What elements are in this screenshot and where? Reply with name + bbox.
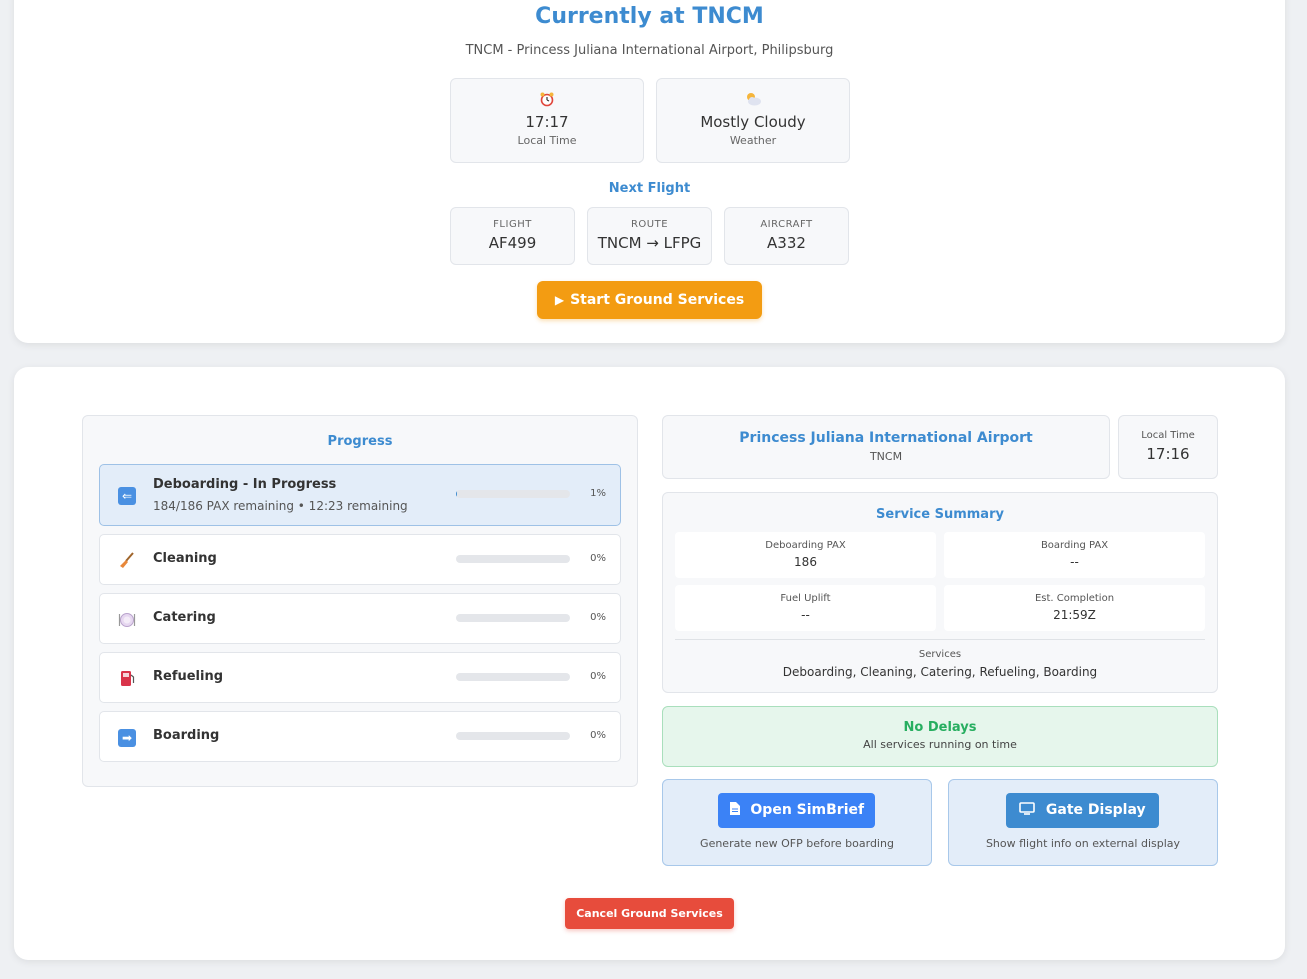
services-label: Services [918, 649, 962, 660]
monitor-icon [1019, 802, 1040, 818]
gate-display-description: Show flight info on external display [985, 837, 1181, 850]
simbrief-description: Generate new OFP before boarding [700, 837, 894, 850]
weather-label: Weather [729, 134, 777, 147]
flight-label: FLIGHT [493, 219, 532, 230]
aircraft-box: AIRCRAFT A332 [724, 207, 849, 265]
deboarding-pax-label: Deboarding PAX [765, 540, 846, 551]
local-time-label: Local Time [1141, 430, 1195, 441]
start-ground-services-label: Start Ground Services [570, 292, 745, 308]
service-row-boarding[interactable]: ➡ Boarding 0% [99, 711, 621, 762]
flight-value: AF499 [488, 234, 537, 252]
cloud-sun-icon [657, 91, 849, 109]
boarding-pax-value: -- [1070, 555, 1079, 569]
services-value: Deboarding, Cleaning, Catering, Refuelin… [782, 665, 1098, 679]
est-completion-value: 21:59Z [1053, 608, 1096, 622]
start-ground-services-button[interactable]: ▶ Start Ground Services [537, 281, 762, 319]
est-completion-label: Est. Completion [1034, 593, 1115, 604]
page-title: Currently at TNCM [535, 4, 764, 29]
service-name: Catering [153, 610, 216, 625]
fuel-uplift-label: Fuel Uplift [780, 593, 831, 604]
progress-bar [456, 490, 570, 498]
airport-code: TNCM [869, 450, 903, 463]
progress-percent: 0% [590, 553, 606, 564]
boarding-pax-label: Boarding PAX [1040, 540, 1109, 551]
open-simbrief-button[interactable]: Open SimBrief [718, 793, 875, 828]
boarding-pax-cell: Boarding PAX -- [944, 532, 1205, 578]
aircraft-value: A332 [767, 234, 806, 252]
fuel-uplift-value: -- [801, 608, 810, 622]
airport-subtitle: TNCM - Princess Juliana International Ai… [465, 43, 834, 58]
broom-icon [118, 551, 136, 569]
fuel-uplift-cell: Fuel Uplift -- [675, 585, 936, 631]
route-value: TNCM → LFPG [597, 234, 702, 252]
alarm-clock-icon [451, 91, 643, 109]
document-icon [729, 802, 745, 818]
local-time-value: 17:16 [1146, 445, 1190, 463]
service-summary-panel: Service Summary Deboarding PAX 186 Board… [662, 492, 1218, 693]
service-name: Cleaning [153, 551, 217, 566]
delay-status-subtitle: All services running on time [863, 738, 1017, 751]
est-completion-cell: Est. Completion 21:59Z [944, 585, 1205, 631]
weather-value: Mostly Cloudy [700, 113, 806, 131]
progress-percent: 0% [590, 671, 606, 682]
flight-number-box: FLIGHT AF499 [450, 207, 575, 265]
local-time-panel: Local Time 17:16 [1118, 415, 1218, 479]
service-row-catering[interactable]: Catering 0% [99, 593, 621, 644]
progress-percent: 0% [590, 612, 606, 623]
local-time-box: 17:17 Local Time [450, 78, 644, 163]
arrow-right-icon: ➡ [118, 728, 136, 747]
progress-title: Progress [327, 434, 393, 449]
plate-icon [118, 610, 136, 628]
current-location-card: Currently at TNCM TNCM - Princess Julian… [14, 0, 1285, 343]
simbrief-panel: Open SimBrief Generate new OFP before bo… [662, 779, 932, 866]
delay-status-title: No Delays [903, 720, 977, 735]
service-detail: 184/186 PAX remaining • 12:23 remaining [153, 499, 408, 513]
service-name: Refueling [153, 669, 224, 684]
progress-bar [456, 614, 570, 622]
gate-display-panel: Gate Display Show flight info on externa… [948, 779, 1218, 866]
progress-percent: 0% [590, 730, 606, 741]
delay-status-panel: No Delays All services running on time [662, 706, 1218, 767]
gate-display-button[interactable]: Gate Display [1006, 793, 1159, 828]
service-row-deboarding[interactable]: ⇐ Deboarding - In Progress 184/186 PAX r… [99, 464, 621, 526]
progress-bar [456, 732, 570, 740]
local-time-value: 17:17 [525, 113, 569, 131]
service-name: Boarding [153, 728, 220, 743]
cancel-ground-services-button[interactable]: Cancel Ground Services [565, 898, 734, 929]
weather-box: Mostly Cloudy Weather [656, 78, 850, 163]
progress-bar [456, 673, 570, 681]
progress-bar-fill [456, 490, 458, 498]
summary-divider [675, 639, 1205, 640]
progress-panel: Progress ⇐ Deboarding - In Progress 184/… [82, 415, 638, 787]
service-row-cleaning[interactable]: Cleaning 0% [99, 534, 621, 585]
route-label: ROUTE [630, 219, 669, 230]
service-name: Deboarding - In Progress [153, 477, 337, 492]
airport-panel: Princess Juliana International Airport T… [662, 415, 1110, 479]
local-time-label: Local Time [517, 134, 577, 147]
airport-name: Princess Juliana International Airport [739, 430, 1033, 446]
next-flight-title: Next Flight [608, 181, 691, 196]
arrow-left-icon: ⇐ [118, 486, 136, 505]
fuel-pump-icon [118, 669, 136, 687]
service-summary-title: Service Summary [876, 507, 1004, 522]
route-box: ROUTE TNCM → LFPG [587, 207, 712, 265]
aircraft-label: AIRCRAFT [760, 219, 813, 230]
deboarding-pax-value: 186 [794, 555, 817, 569]
play-icon: ▶ [554, 293, 565, 307]
progress-bar [456, 555, 570, 563]
service-row-refueling[interactable]: Refueling 0% [99, 652, 621, 703]
open-simbrief-label: Open SimBrief [750, 802, 865, 818]
deboarding-pax-cell: Deboarding PAX 186 [675, 532, 936, 578]
progress-percent: 1% [590, 488, 606, 499]
gate-display-label: Gate Display [1045, 802, 1146, 818]
ground-services-card: Progress ⇐ Deboarding - In Progress 184/… [14, 367, 1285, 960]
